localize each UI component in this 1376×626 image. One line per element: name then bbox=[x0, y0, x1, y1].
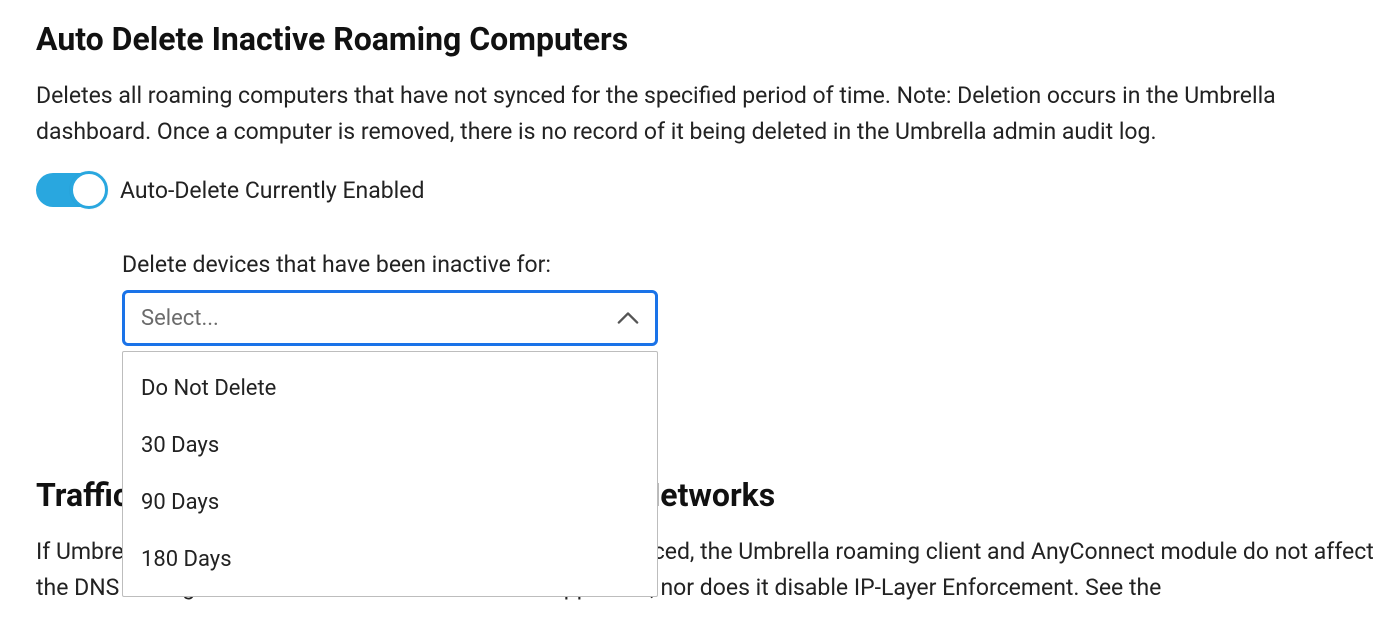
auto-delete-description: Deletes all roaming computers that have … bbox=[36, 78, 1376, 149]
auto-delete-toggle[interactable] bbox=[36, 173, 106, 207]
select-placeholder-text: Select... bbox=[141, 306, 219, 331]
auto-delete-heading: Auto Delete Inactive Roaming Computers bbox=[36, 20, 1376, 58]
option-180-days[interactable]: 180 Days bbox=[123, 531, 657, 588]
inactive-duration-label: Delete devices that have been inactive f… bbox=[122, 251, 1376, 278]
auto-delete-toggle-label: Auto-Delete Currently Enabled bbox=[120, 177, 424, 204]
option-90-days[interactable]: 90 Days bbox=[123, 474, 657, 531]
option-30-days[interactable]: 30 Days bbox=[123, 417, 657, 474]
inactive-duration-dropdown: Do Not Delete 30 Days 90 Days 180 Days bbox=[122, 351, 658, 597]
chevron-up-icon bbox=[617, 311, 639, 325]
inactive-duration-select[interactable]: Select... bbox=[122, 290, 658, 346]
option-do-not-delete[interactable]: Do Not Delete bbox=[123, 360, 657, 417]
toggle-knob bbox=[70, 171, 108, 209]
